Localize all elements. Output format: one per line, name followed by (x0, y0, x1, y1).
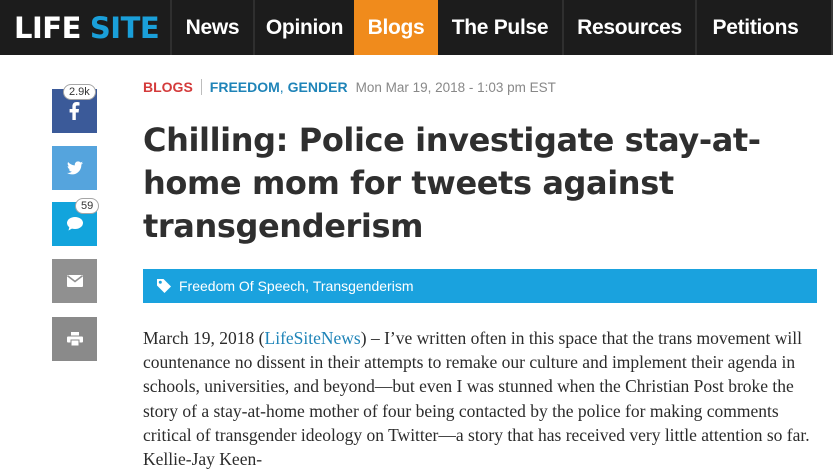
facebook-share-count: 2.9k (63, 84, 96, 100)
tag-bar: Freedom Of Speech, Transgenderism (143, 269, 817, 303)
twitter-share-button[interactable] (52, 146, 97, 190)
logo-text-site: SITE (89, 10, 160, 45)
tag-separator: , (305, 278, 313, 294)
body-paragraph: ) – I’ve written often in this space tha… (143, 328, 810, 470)
category-link-freedom[interactable]: FREEDOM (210, 79, 280, 95)
facebook-icon (69, 102, 79, 120)
twitter-icon (66, 161, 83, 175)
article-title: Chilling: Police investigate stay-at-hom… (143, 121, 761, 245)
nav-item-opinion[interactable]: Opinion (255, 0, 354, 55)
source-link[interactable]: LifeSiteNews (265, 328, 361, 348)
tag-freedom-of-speech[interactable]: Freedom Of Speech (179, 278, 305, 294)
tag-transgenderism[interactable]: Transgenderism (313, 278, 414, 294)
print-button[interactable] (52, 317, 97, 361)
publish-date: Mon Mar 19, 2018 - 1:03 pm EST (355, 79, 556, 95)
nav-menu: News Opinion Blogs The Pulse Resources P… (170, 0, 814, 55)
category-link-gender[interactable]: GENDER (288, 79, 348, 95)
email-icon (66, 275, 83, 287)
nav-item-blogs[interactable]: Blogs (354, 0, 438, 55)
site-logo[interactable]: LIFE SITE (0, 0, 170, 55)
print-icon (66, 332, 83, 346)
email-share-button[interactable] (52, 259, 97, 303)
meta-divider (200, 79, 202, 95)
article-meta: BLOGS FREEDOM, GENDER Mon Mar 19, 2018 -… (143, 79, 556, 95)
body-date: March 19, 2018 ( (143, 328, 265, 348)
comment-icon (66, 217, 83, 231)
comments-count: 59 (75, 198, 100, 214)
section-link-blogs[interactable]: BLOGS (143, 79, 193, 95)
top-navigation: LIFE SITE News Opinion Blogs The Pulse R… (0, 0, 833, 55)
nav-item-petitions[interactable]: Petitions (697, 0, 814, 55)
tag-icon (157, 279, 171, 293)
nav-item-resources[interactable]: Resources (564, 0, 695, 55)
nav-item-news[interactable]: News (172, 0, 253, 55)
category-separator: , (279, 79, 284, 95)
article-body: March 19, 2018 (LifeSiteNews) – I’ve wri… (143, 326, 823, 471)
nav-item-the-pulse[interactable]: The Pulse (438, 0, 562, 55)
logo-text-life: LIFE (14, 10, 81, 45)
